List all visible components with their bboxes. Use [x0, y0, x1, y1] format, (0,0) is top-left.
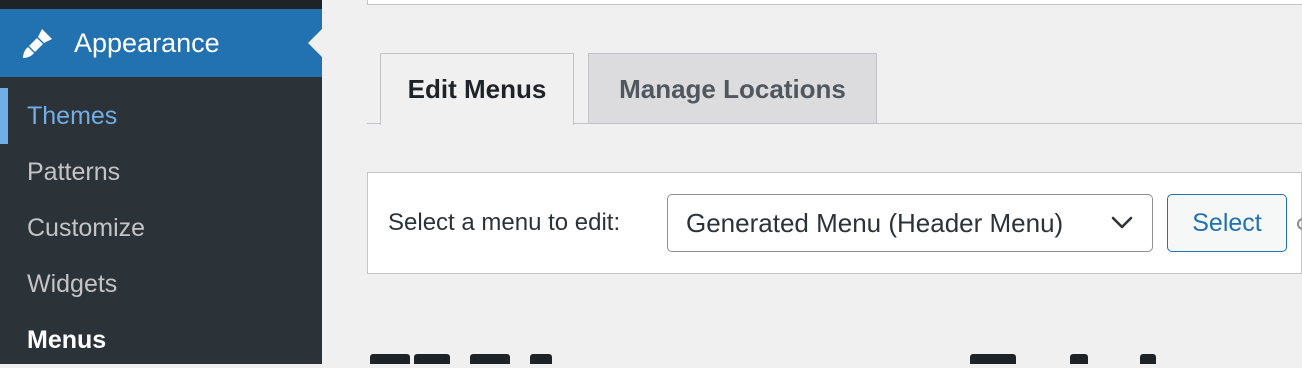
- chevron-down-icon: [1111, 216, 1133, 229]
- heading-fragment: [530, 354, 552, 364]
- sidebar-menu-appearance[interactable]: Appearance: [0, 9, 322, 77]
- tab-edit-menus[interactable]: Edit Menus: [380, 53, 574, 125]
- sidebar-item-patterns[interactable]: Patterns: [0, 144, 322, 200]
- heading-fragment: [414, 354, 450, 364]
- paintbrush-icon: [23, 29, 52, 58]
- sidebar-item-customize[interactable]: Customize: [0, 200, 322, 256]
- appearance-submenu: Themes Patterns Customize Widgets Menus: [0, 88, 322, 368]
- menu-select-dropdown[interactable]: Generated Menu (Header Menu): [667, 194, 1153, 252]
- sidebar-item-menus[interactable]: Menus: [0, 312, 322, 368]
- section-heading-partial: [370, 350, 1300, 364]
- sidebar-item-widgets[interactable]: Widgets: [0, 256, 322, 312]
- tab-manage-locations[interactable]: Manage Locations: [588, 53, 877, 123]
- heading-fragment: [970, 354, 1016, 364]
- top-panel-edge: [367, 0, 1302, 5]
- sidebar-top-strip: [0, 0, 322, 9]
- select-menu-button[interactable]: Select: [1167, 194, 1287, 252]
- select-menu-label: Select a menu to edit:: [388, 209, 621, 236]
- heading-fragment: [1140, 354, 1156, 364]
- sidebar-item-themes[interactable]: Themes: [0, 88, 322, 144]
- current-menu-arrow: [308, 29, 322, 57]
- sidebar-menu-appearance-label: Appearance: [74, 28, 220, 58]
- heading-fragment: [470, 354, 510, 364]
- admin-sidebar: Appearance Themes Patterns Customize Wid…: [0, 0, 322, 364]
- heading-fragment: [1070, 354, 1088, 364]
- menu-select-value: Generated Menu (Header Menu): [686, 208, 1064, 238]
- help-icon-partial: [1297, 218, 1302, 230]
- heading-fragment: [370, 354, 410, 364]
